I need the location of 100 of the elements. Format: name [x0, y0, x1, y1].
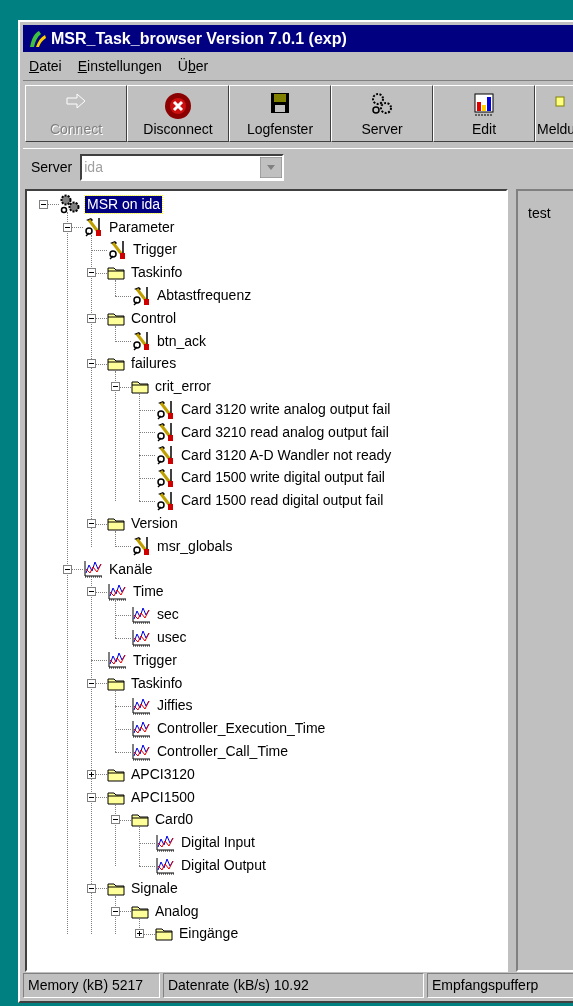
- menu-item[interactable]: Über: [177, 55, 209, 77]
- collapse-button[interactable]: [110, 382, 120, 392]
- tree-item[interactable]: Controller_Call_Time: [155, 743, 290, 760]
- menu-item[interactable]: Datei: [29, 55, 62, 77]
- menu-item[interactable]: Einstellungen: [77, 55, 162, 77]
- line-chart-icon: [83, 560, 103, 579]
- tree-item[interactable]: Card 3210 read analog output fail: [179, 423, 391, 441]
- close-icon: [164, 92, 192, 120]
- folder-icon: [107, 789, 125, 805]
- gears-icon: [370, 92, 394, 116]
- line-chart-icon: [131, 742, 151, 761]
- dropdown-arrow-icon: [260, 157, 283, 178]
- tree-item[interactable]: Digital Input: [179, 834, 257, 852]
- tree-item[interactable]: btn_ack: [155, 332, 209, 350]
- hammer-wrench-icon: [83, 217, 103, 238]
- hammer-wrench-icon: [107, 240, 127, 260]
- right-arrow-icon: [65, 92, 87, 110]
- collapse-button[interactable]: [86, 359, 96, 369]
- collapse-button[interactable]: [110, 815, 120, 825]
- tree-item[interactable]: Trigger: [131, 651, 179, 669]
- tree-item[interactable]: Eingänge: [177, 925, 241, 943]
- tree-item[interactable]: Analog: [153, 902, 201, 920]
- line-chart-icon: [107, 651, 127, 670]
- tree-item[interactable]: Taskinfo: [129, 264, 185, 282]
- toolbar-button[interactable]: Edit: [433, 85, 535, 142]
- tree-item[interactable]: Card0: [153, 811, 196, 829]
- tree-item[interactable]: Trigger: [131, 241, 179, 259]
- folder-icon: [131, 379, 149, 395]
- tree-item[interactable]: failures: [129, 355, 179, 373]
- line-chart-icon: [155, 833, 175, 852]
- hammer-wrench-icon: [155, 399, 175, 420]
- status-panel: Empfangspufferp: [427, 973, 573, 998]
- server-label: Server: [31, 158, 73, 177]
- tree-item[interactable]: Controller_Execution_Time: [155, 720, 328, 738]
- folder-icon: [107, 356, 125, 372]
- status-panel: Datenrate (kB/s) 10.92: [162, 973, 424, 998]
- folder-icon: [107, 516, 125, 532]
- folder-icon: [107, 880, 125, 896]
- line-chart-icon: [131, 628, 151, 647]
- tree-item[interactable]: Signale: [129, 879, 180, 897]
- hammer-wrench-icon: [131, 331, 151, 352]
- expand-button[interactable]: [86, 769, 96, 779]
- tree-item[interactable]: Version: [129, 515, 180, 533]
- expand-button[interactable]: [134, 929, 144, 939]
- hammer-wrench-icon: [155, 467, 175, 488]
- tree-item[interactable]: Card 3120 write analog output fail: [179, 401, 393, 419]
- status-panel: Memory (kB) 5217: [23, 973, 160, 998]
- collapse-button[interactable]: [86, 519, 96, 529]
- collapse-button[interactable]: [86, 587, 96, 597]
- folder-icon: [155, 926, 173, 942]
- collapse-button[interactable]: [110, 906, 120, 916]
- folder-icon: [131, 812, 149, 828]
- tree-item[interactable]: APCI3120: [129, 765, 197, 783]
- folder-icon: [107, 675, 125, 691]
- toolbar-button[interactable]: Server: [331, 85, 433, 142]
- toolbar-button[interactable]: Logfenster: [229, 85, 331, 142]
- collapse-button[interactable]: [62, 222, 72, 232]
- hammer-wrench-icon: [131, 536, 151, 557]
- tree-item[interactable]: Card 1500 read digital output fail: [179, 492, 386, 510]
- hammer-wrench-icon: [155, 490, 175, 511]
- tree-item[interactable]: Control: [129, 309, 179, 327]
- bar-chart-icon: [473, 92, 495, 116]
- line-chart-icon: [131, 719, 151, 738]
- tree-item[interactable]: MSR on ida: [85, 195, 163, 213]
- toolbar-button[interactable]: Disconnect: [127, 85, 229, 142]
- tree-item[interactable]: usec: [155, 629, 189, 647]
- collapse-button[interactable]: [86, 883, 96, 893]
- line-chart-icon: [131, 696, 151, 715]
- folder-icon: [131, 903, 149, 919]
- window-title: MSR_Task_browser Version 7.0.1 (exp): [51, 28, 347, 49]
- tree-item[interactable]: msr_globals: [155, 537, 235, 555]
- tree-item[interactable]: Taskinfo: [129, 674, 185, 692]
- tree-item[interactable]: Parameter: [107, 218, 177, 236]
- detail-text: test: [528, 205, 551, 221]
- tree-item[interactable]: APCI1500: [129, 788, 197, 806]
- tree-item[interactable]: Kanäle: [107, 560, 155, 578]
- collapse-button[interactable]: [86, 678, 96, 688]
- collapse-button[interactable]: [86, 792, 96, 802]
- line-chart-icon: [107, 582, 127, 601]
- collapse-button[interactable]: [86, 313, 96, 323]
- folder-icon: [107, 265, 125, 281]
- folder-icon: [107, 766, 125, 782]
- tree-item[interactable]: Card 1500 write digital output fail: [179, 469, 387, 487]
- app-logo-icon: [27, 28, 47, 49]
- tree-item[interactable]: Jiffies: [155, 697, 195, 715]
- line-chart-icon: [131, 605, 151, 624]
- tree-item[interactable]: crit_error: [153, 378, 213, 396]
- hammer-wrench-icon: [155, 422, 175, 443]
- tree-item[interactable]: Card 3120 A-D Wandler not ready: [179, 446, 394, 464]
- tree-item[interactable]: Digital Output: [179, 857, 268, 874]
- folder-icon: [107, 310, 125, 326]
- tree-item[interactable]: Abtastfrequenz: [155, 287, 254, 305]
- tree-item[interactable]: Time: [131, 583, 166, 601]
- collapse-button[interactable]: [62, 564, 72, 574]
- line-chart-icon: [155, 856, 175, 875]
- tree-item[interactable]: sec: [155, 606, 181, 624]
- hammer-wrench-icon: [131, 285, 151, 306]
- collapse-button[interactable]: [86, 268, 96, 278]
- collapse-button[interactable]: [38, 199, 48, 209]
- hammer-wrench-icon: [155, 445, 175, 466]
